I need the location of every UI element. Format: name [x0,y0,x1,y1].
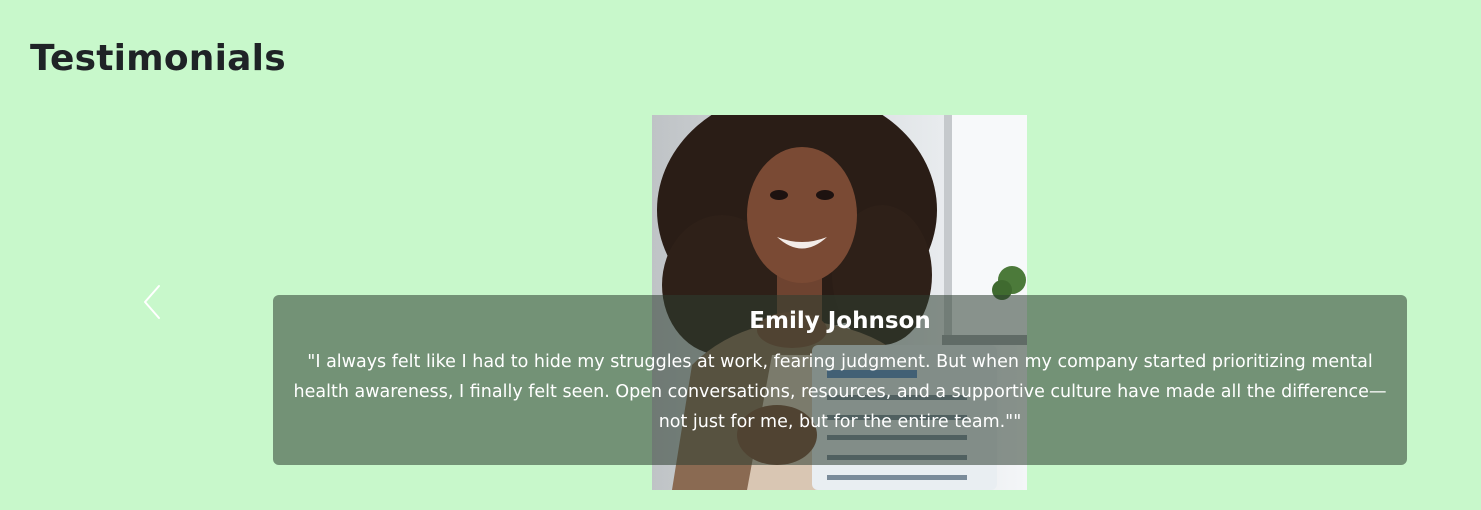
testimonial-quote: "I always felt like I had to hide my str… [293,352,1387,432]
testimonial-author-name: Emily Johnson [749,308,931,334]
section-title: Testimonials [30,38,286,79]
carousel-prev-button[interactable] [130,280,174,324]
chevron-left-icon [144,285,160,319]
testimonial-carousel: Emily Johnson "I always felt like I had … [0,115,1481,490]
testimonial-caption: Emily Johnson "I always felt like I had … [273,295,1407,465]
